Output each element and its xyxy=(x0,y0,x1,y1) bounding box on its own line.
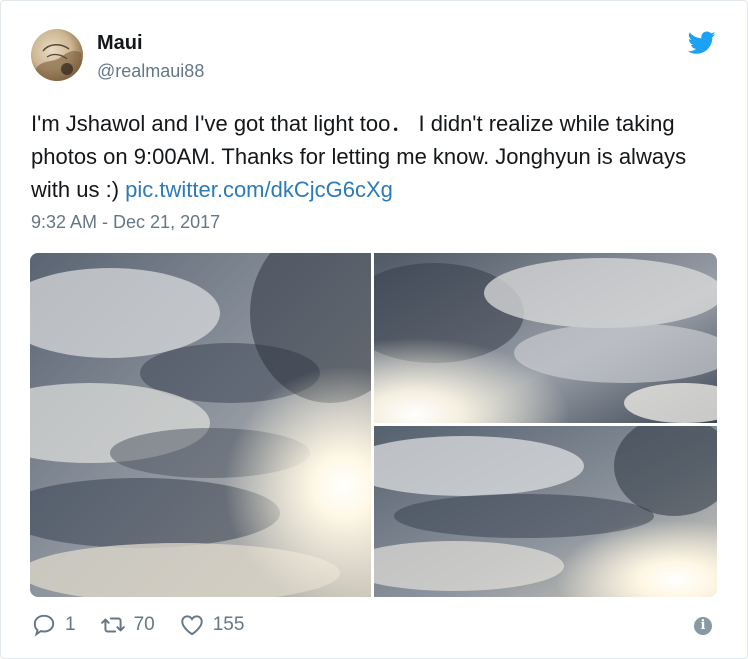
tweet-actions: 1 70 155 xyxy=(31,611,268,639)
retweet-count: 70 xyxy=(133,614,155,635)
retweet-button[interactable]: 70 xyxy=(100,612,155,638)
photo-2[interactable] xyxy=(374,253,717,423)
like-button[interactable]: 155 xyxy=(179,612,245,638)
twitter-bird-icon[interactable] xyxy=(687,31,716,55)
media-grid xyxy=(30,253,717,597)
media-link[interactable]: pic.twitter.com/dkCjcG6cXg xyxy=(125,177,393,202)
like-count: 155 xyxy=(212,614,245,635)
display-name[interactable]: Maui xyxy=(97,32,143,55)
reply-icon xyxy=(33,614,55,637)
heart-icon xyxy=(180,615,203,636)
retweet-icon xyxy=(100,617,125,633)
reply-button[interactable]: 1 xyxy=(31,612,76,638)
avatar[interactable] xyxy=(31,29,83,81)
timestamp[interactable]: 9:32 AM - Dec 21, 2017 xyxy=(31,212,220,233)
photo-1[interactable] xyxy=(30,253,371,597)
photo-3[interactable] xyxy=(374,426,717,597)
info-icon[interactable]: i xyxy=(694,617,712,635)
reply-count: 1 xyxy=(65,614,76,635)
user-handle[interactable]: @realmaui88 xyxy=(97,61,204,82)
tweet-text: I'm Jshawol and I've got that light too．… xyxy=(31,107,721,206)
tweet-card: Maui @realmaui88 I'm Jshawol and I've go… xyxy=(0,0,748,659)
